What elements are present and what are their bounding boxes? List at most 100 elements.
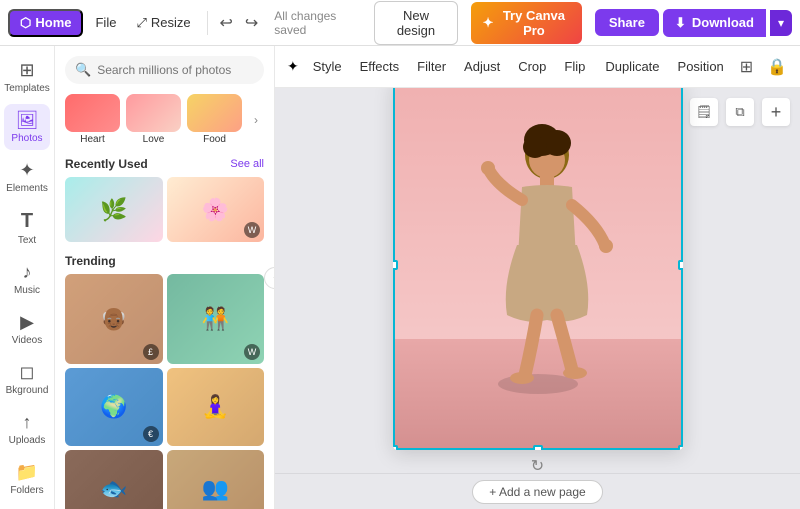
search-input[interactable] — [97, 63, 254, 77]
style-button[interactable]: Style — [305, 54, 350, 79]
trending-photo-1[interactable]: 👴🏾 £ — [65, 274, 163, 364]
canvas-area: 🗒 ⧉ + — [275, 88, 800, 473]
chip-heart[interactable]: Heart — [65, 94, 120, 145]
add-page-icon-button[interactable]: + — [762, 98, 790, 126]
sidebar-item-background[interactable]: ◻ Bkground — [4, 356, 50, 402]
canvas-frame-container: ↻ — [393, 88, 683, 473]
photos-label: Photos — [11, 133, 42, 144]
download-icon: ⬇ — [675, 15, 686, 31]
search-bar: 🔍 — [55, 46, 274, 90]
trending-photo-2-badge: W — [244, 344, 260, 360]
photos-icon: 🖼 — [16, 110, 39, 131]
resize-icon: ⤢ — [136, 15, 146, 31]
sidebar-item-text[interactable]: T Text — [4, 204, 50, 252]
chip-food[interactable]: Food — [187, 94, 242, 145]
trending-grid: 👴🏾 £ 🧑‍🤝‍🧑 W 🌍 € 🧘‍♀️ 🐟 — [65, 274, 264, 509]
toolbar: ✦ Style Effects Filter Adjust Crop Flip … — [275, 46, 800, 88]
trending-header: Trending — [65, 254, 264, 268]
position-button[interactable]: Position — [670, 54, 732, 79]
duplicate-button[interactable]: Duplicate — [597, 54, 667, 79]
trending-photo-2[interactable]: 🧑‍🤝‍🧑 W — [167, 274, 265, 364]
flip-button[interactable]: Flip — [556, 54, 593, 79]
download-button[interactable]: ⬇ Download — [663, 9, 766, 37]
folders-label: Folders — [10, 485, 43, 496]
templates-label: Templates — [4, 83, 50, 94]
home-icon: ⬡ — [20, 15, 31, 31]
trending-photo-1-badge: £ — [143, 344, 159, 360]
copy-page-button[interactable]: ⧉ — [726, 98, 754, 126]
trending-photo-6[interactable]: 👥 — [167, 450, 265, 509]
search-input-wrap[interactable]: 🔍 — [65, 56, 264, 84]
category-chips: Heart Love Food › — [55, 90, 274, 153]
sidebar-item-music[interactable]: ♪ Music — [4, 256, 50, 302]
redo-button[interactable]: ↪ — [241, 9, 262, 37]
trending-photo-6-image: 👥 — [167, 450, 265, 509]
trending-photo-4[interactable]: 🧘‍♀️ — [167, 368, 265, 446]
recently-used-grid: 🌿 🌸 W — [65, 177, 264, 242]
share-button[interactable]: Share — [595, 9, 659, 36]
adjust-button[interactable]: Adjust — [456, 54, 508, 79]
sidebar-item-elements[interactable]: ✦ Elements — [4, 154, 50, 200]
add-page-button[interactable]: + Add a new page — [472, 480, 602, 504]
saved-indicator: All changes saved — [274, 9, 358, 37]
divider — [207, 11, 208, 35]
recent-photo-1-image: 🌿 — [65, 177, 163, 242]
delete-button[interactable]: 🗑 — [795, 52, 800, 82]
try-pro-button[interactable]: ✦ Try Canva Pro — [471, 2, 583, 44]
download-dropdown-button[interactable]: ▾ — [770, 10, 792, 36]
trending-photo-3[interactable]: 🌍 € — [65, 368, 163, 446]
crop-button[interactable]: Crop — [510, 54, 554, 79]
chips-scroll-right[interactable]: › — [248, 113, 264, 127]
file-button[interactable]: File — [87, 11, 124, 34]
see-all-button[interactable]: See all — [230, 158, 264, 170]
background-label: Bkground — [6, 385, 49, 396]
effects-button[interactable]: Effects — [352, 54, 408, 79]
chip-love-label: Love — [143, 134, 165, 145]
chip-love-image — [126, 94, 181, 132]
sidebar-item-uploads[interactable]: ↑ Uploads — [4, 406, 50, 452]
recently-used-header: Recently Used See all — [65, 157, 264, 171]
trending-photo-5[interactable]: 🐟 — [65, 450, 163, 509]
notes-button[interactable]: 🗒 — [690, 98, 718, 126]
pro-star-icon: ✦ — [483, 15, 494, 31]
refresh-icon[interactable]: ↻ — [531, 456, 544, 474]
undo-button[interactable]: ↩ — [215, 9, 236, 37]
sidebar-item-templates[interactable]: ⊞ Templates — [4, 54, 50, 100]
sidebar-item-photos[interactable]: 🖼 Photos — [4, 104, 50, 150]
trending-title: Trending — [65, 254, 116, 268]
icon-sidebar: ⊞ Templates 🖼 Photos ✦ Elements T Text ♪… — [0, 46, 55, 509]
resize-handle-mr[interactable] — [678, 260, 683, 270]
recent-photo-2[interactable]: 🌸 W — [167, 177, 265, 242]
chip-love[interactable]: Love — [126, 94, 181, 145]
canvas-frame[interactable] — [393, 88, 683, 450]
uploads-icon: ↑ — [23, 412, 32, 433]
new-design-button[interactable]: New design — [374, 1, 458, 45]
resize-handle-br[interactable] — [678, 445, 683, 450]
recent-photo-2-badge: W — [244, 222, 260, 238]
recent-photo-1[interactable]: 🌿 — [65, 177, 163, 242]
uploads-label: Uploads — [9, 435, 46, 446]
elements-icon: ✦ — [19, 160, 34, 181]
chip-food-label: Food — [203, 134, 226, 145]
sidebar-item-folders[interactable]: 📁 Folders — [4, 456, 50, 502]
home-button[interactable]: ⬡ Home — [8, 9, 83, 37]
sidebar-item-videos[interactable]: ▶ Videos — [4, 306, 50, 352]
filter-button[interactable]: Filter — [409, 54, 454, 79]
canvas-image — [393, 88, 683, 450]
lock-button[interactable]: 🔒 — [761, 52, 793, 82]
music-label: Music — [14, 285, 40, 296]
resize-handle-ml[interactable] — [393, 260, 398, 270]
videos-icon: ▶ — [20, 312, 34, 333]
grid-button[interactable]: ⊞ — [734, 52, 759, 82]
resize-button[interactable]: ⤢ Resize — [128, 11, 198, 35]
music-icon: ♪ — [23, 262, 32, 283]
photos-panel: 🔍 Heart Love Food › Recently Used — [55, 46, 275, 509]
resize-handle-bm[interactable] — [533, 445, 543, 450]
canvas-refresh-area: ↻ — [525, 450, 550, 474]
resize-handle-bl[interactable] — [393, 445, 398, 450]
trending-photo-4-image: 🧘‍♀️ — [167, 368, 265, 446]
recently-used-title: Recently Used — [65, 157, 148, 171]
folders-icon: 📁 — [16, 462, 38, 483]
videos-label: Videos — [12, 335, 42, 346]
templates-icon: ⊞ — [19, 60, 34, 81]
